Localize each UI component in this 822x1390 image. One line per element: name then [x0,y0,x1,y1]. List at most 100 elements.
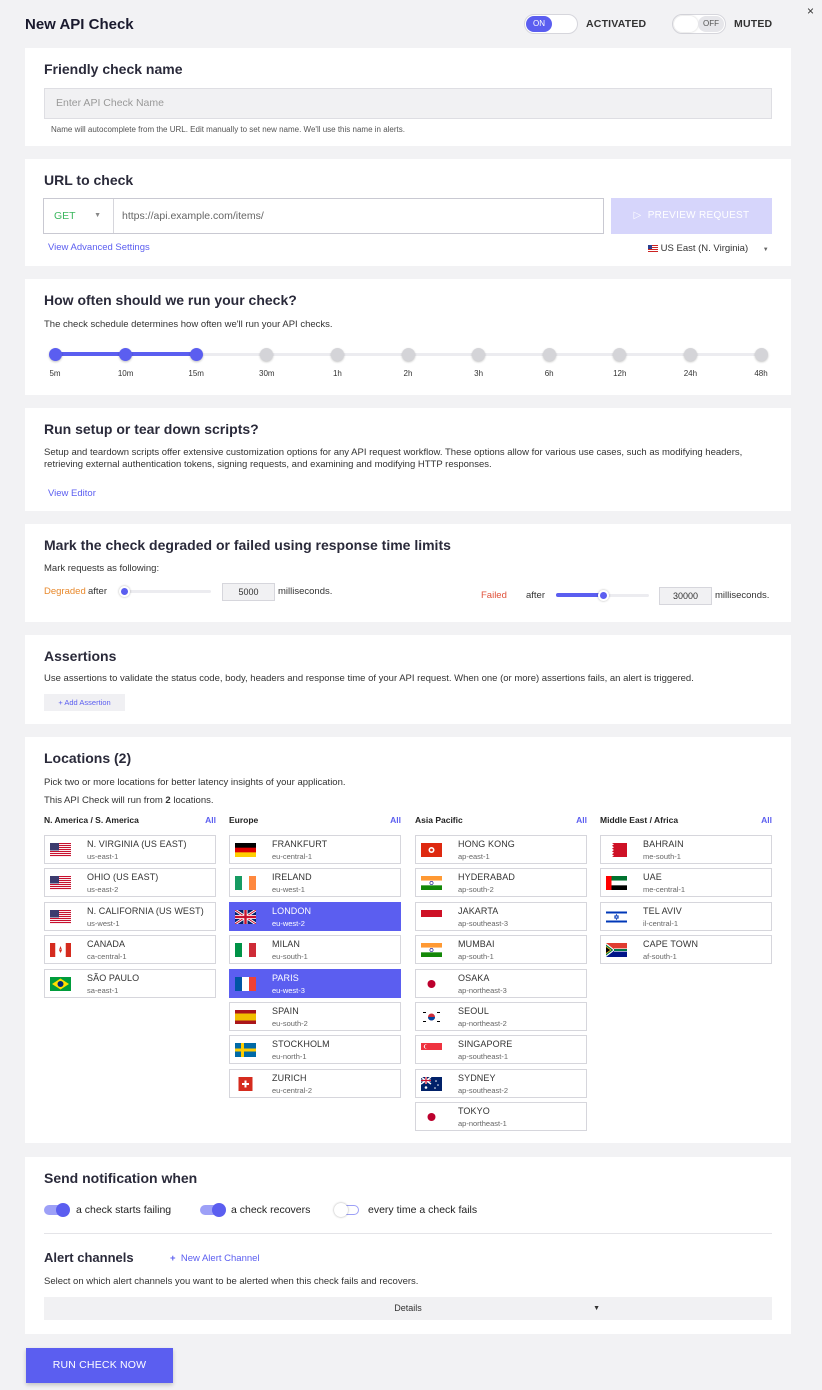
location-item[interactable]: TEL AVIV il-central-1 [600,901,772,931]
schedule-stop[interactable] [613,348,627,361]
notify-failing-toggle[interactable] [44,1203,70,1217]
muted-toggle[interactable]: OFF [672,14,726,34]
url-card: URL to check GET ▼ https://api.example.c… [25,159,791,266]
location-item[interactable]: SÃO PAULO sa-east-1 [44,968,216,998]
select-all-link[interactable]: All [761,815,772,825]
location-item[interactable]: BAHRAIN me-south-1 [600,835,772,864]
schedule-stop[interactable] [48,348,62,361]
degraded-ms-input[interactable]: 5000 [222,583,275,601]
location-column-header: Europe All [229,815,401,825]
bh-flag-icon [606,843,627,857]
region-select[interactable]: US East (N. Virginia) ▼ [648,243,769,254]
schedule-stop[interactable] [260,348,274,361]
notify-every-fail-label: every time a check fails [368,1204,478,1216]
location-item[interactable]: SYDNEY ap-southeast-2 [415,1068,587,1098]
details-dropdown[interactable]: Details ▼ [44,1297,772,1320]
schedule-stop[interactable] [542,348,556,361]
location-item[interactable]: MILAN eu-south-1 [229,935,401,965]
notify-recovers-toggle[interactable] [200,1203,226,1217]
location-code: us-east-2 [87,885,119,895]
notify-every-fail-toggle[interactable] [334,1203,359,1217]
method-select[interactable]: GET ▼ [44,199,114,233]
location-item[interactable]: MUMBAI ap-south-1 [415,935,587,965]
location-item[interactable]: UAE me-central-1 [600,868,772,898]
location-item[interactable]: N. VIRGINIA (US EAST) us-east-1 [44,835,216,864]
schedule-stop[interactable] [401,348,415,361]
notify-recovers-label: a check recovers [231,1204,311,1216]
location-name: CANADA [87,939,126,950]
kr-flag-icon [421,1010,442,1024]
schedule-stop[interactable] [472,348,486,361]
location-item[interactable]: PARIS eu-west-3 [229,968,401,998]
select-all-link[interactable]: All [576,815,587,825]
schedule-stop[interactable] [754,348,768,361]
schedule-tick-label: 10m [117,369,134,378]
location-code: us-west-1 [87,918,120,928]
preview-label: PREVIEW REQUEST [647,210,750,221]
toggle-knob [212,1203,226,1217]
location-item[interactable]: OHIO (US EAST) us-east-2 [44,868,216,898]
location-item[interactable]: HONG KONG ap-east-1 [415,835,587,864]
location-item[interactable]: FRANKFURT eu-central-1 [229,835,401,864]
location-item[interactable]: TOKYO ap-northeast-1 [415,1102,587,1132]
view-editor-link[interactable]: View Editor [48,488,96,499]
location-code: ap-east-1 [458,852,490,861]
limits-intro: Mark requests as following: [44,563,160,574]
location-code: ap-southeast-2 [458,1085,509,1095]
locations-intro: Pick two or more locations for better la… [44,777,346,788]
location-item[interactable]: IRELAND eu-west-1 [229,868,401,898]
location-item[interactable]: LONDON eu-west-2 [229,901,401,931]
schedule-stop[interactable] [330,348,344,361]
schedule-stop[interactable] [119,348,133,361]
select-all-link[interactable]: All [390,815,401,825]
close-icon[interactable]: × [807,4,814,18]
location-item[interactable]: CANADA ca-central-1 [44,935,216,965]
location-item[interactable]: HYDERABAD ap-south-2 [415,868,587,898]
location-item[interactable]: SPAIN eu-south-2 [229,1002,401,1031]
assertions-card: Assertions Use assertions to validate th… [25,635,791,724]
select-all-link[interactable]: All [205,815,216,825]
location-item[interactable]: ZURICH eu-central-2 [229,1068,401,1098]
schedule-stop[interactable] [189,348,203,361]
sg-flag-icon [421,1043,442,1058]
url-input[interactable]: https://api.example.com/items/ [122,199,264,233]
location-item[interactable]: SEOUL ap-northeast-2 [415,1002,587,1031]
location-name: SYDNEY [458,1072,496,1083]
check-name-input[interactable]: Enter API Check Name [44,88,772,119]
activated-toggle[interactable]: ON [524,14,578,34]
locations-title: Locations (2) [44,750,132,766]
location-code: eu-west-3 [272,985,305,995]
location-item[interactable]: CAPE TOWN af-south-1 [600,935,772,965]
failed-ms-input[interactable]: 30000 [659,587,712,605]
new-alert-channel-link[interactable]: + New Alert Channel [170,1253,260,1264]
location-name: SEOUL [458,1006,490,1016]
location-code: ap-south-2 [458,885,494,895]
location-code: af-south-1 [643,952,677,962]
limits-card: Mark the check degraded or failed using … [25,524,791,622]
run-from-suffix: locations. [170,795,214,806]
location-code: me-central-1 [643,885,686,895]
location-item[interactable]: N. CALIFORNIA (US WEST) us-west-1 [44,901,216,931]
toggle-blank [552,16,576,32]
failed-unit: milliseconds. [715,590,770,601]
top-bar: New API Check ON ACTIVATED OFF MUTED × [0,0,822,48]
degraded-slider-track[interactable] [121,590,211,593]
failed-slider-handle[interactable] [597,590,609,601]
location-item[interactable]: STOCKHOLM eu-north-1 [229,1035,401,1065]
location-item[interactable]: OSAKA ap-northeast-3 [415,968,587,998]
notifications-card: Send notification when a check starts fa… [25,1157,791,1334]
degraded-unit: milliseconds. [278,586,333,597]
location-item[interactable]: SINGAPORE ap-southeast-1 [415,1035,587,1065]
schedule-stop[interactable] [683,348,697,361]
failed-after: after [526,590,546,601]
advanced-settings-link[interactable]: View Advanced Settings [48,242,150,253]
ie-flag-icon [235,876,256,891]
plus-icon: + [170,1253,176,1264]
scripts-card: Run setup or tear down scripts? Setup an… [25,408,791,511]
page-title: New API Check [25,16,134,33]
run-check-now-button[interactable]: RUN CHECK NOW [26,1348,173,1383]
degraded-slider-handle[interactable] [119,586,130,597]
add-assertion-button[interactable]: + Add Assertion [44,694,125,711]
location-item[interactable]: JAKARTA ap-southeast-3 [415,901,587,931]
preview-request-button[interactable]: ▷ PREVIEW REQUEST [611,198,772,234]
